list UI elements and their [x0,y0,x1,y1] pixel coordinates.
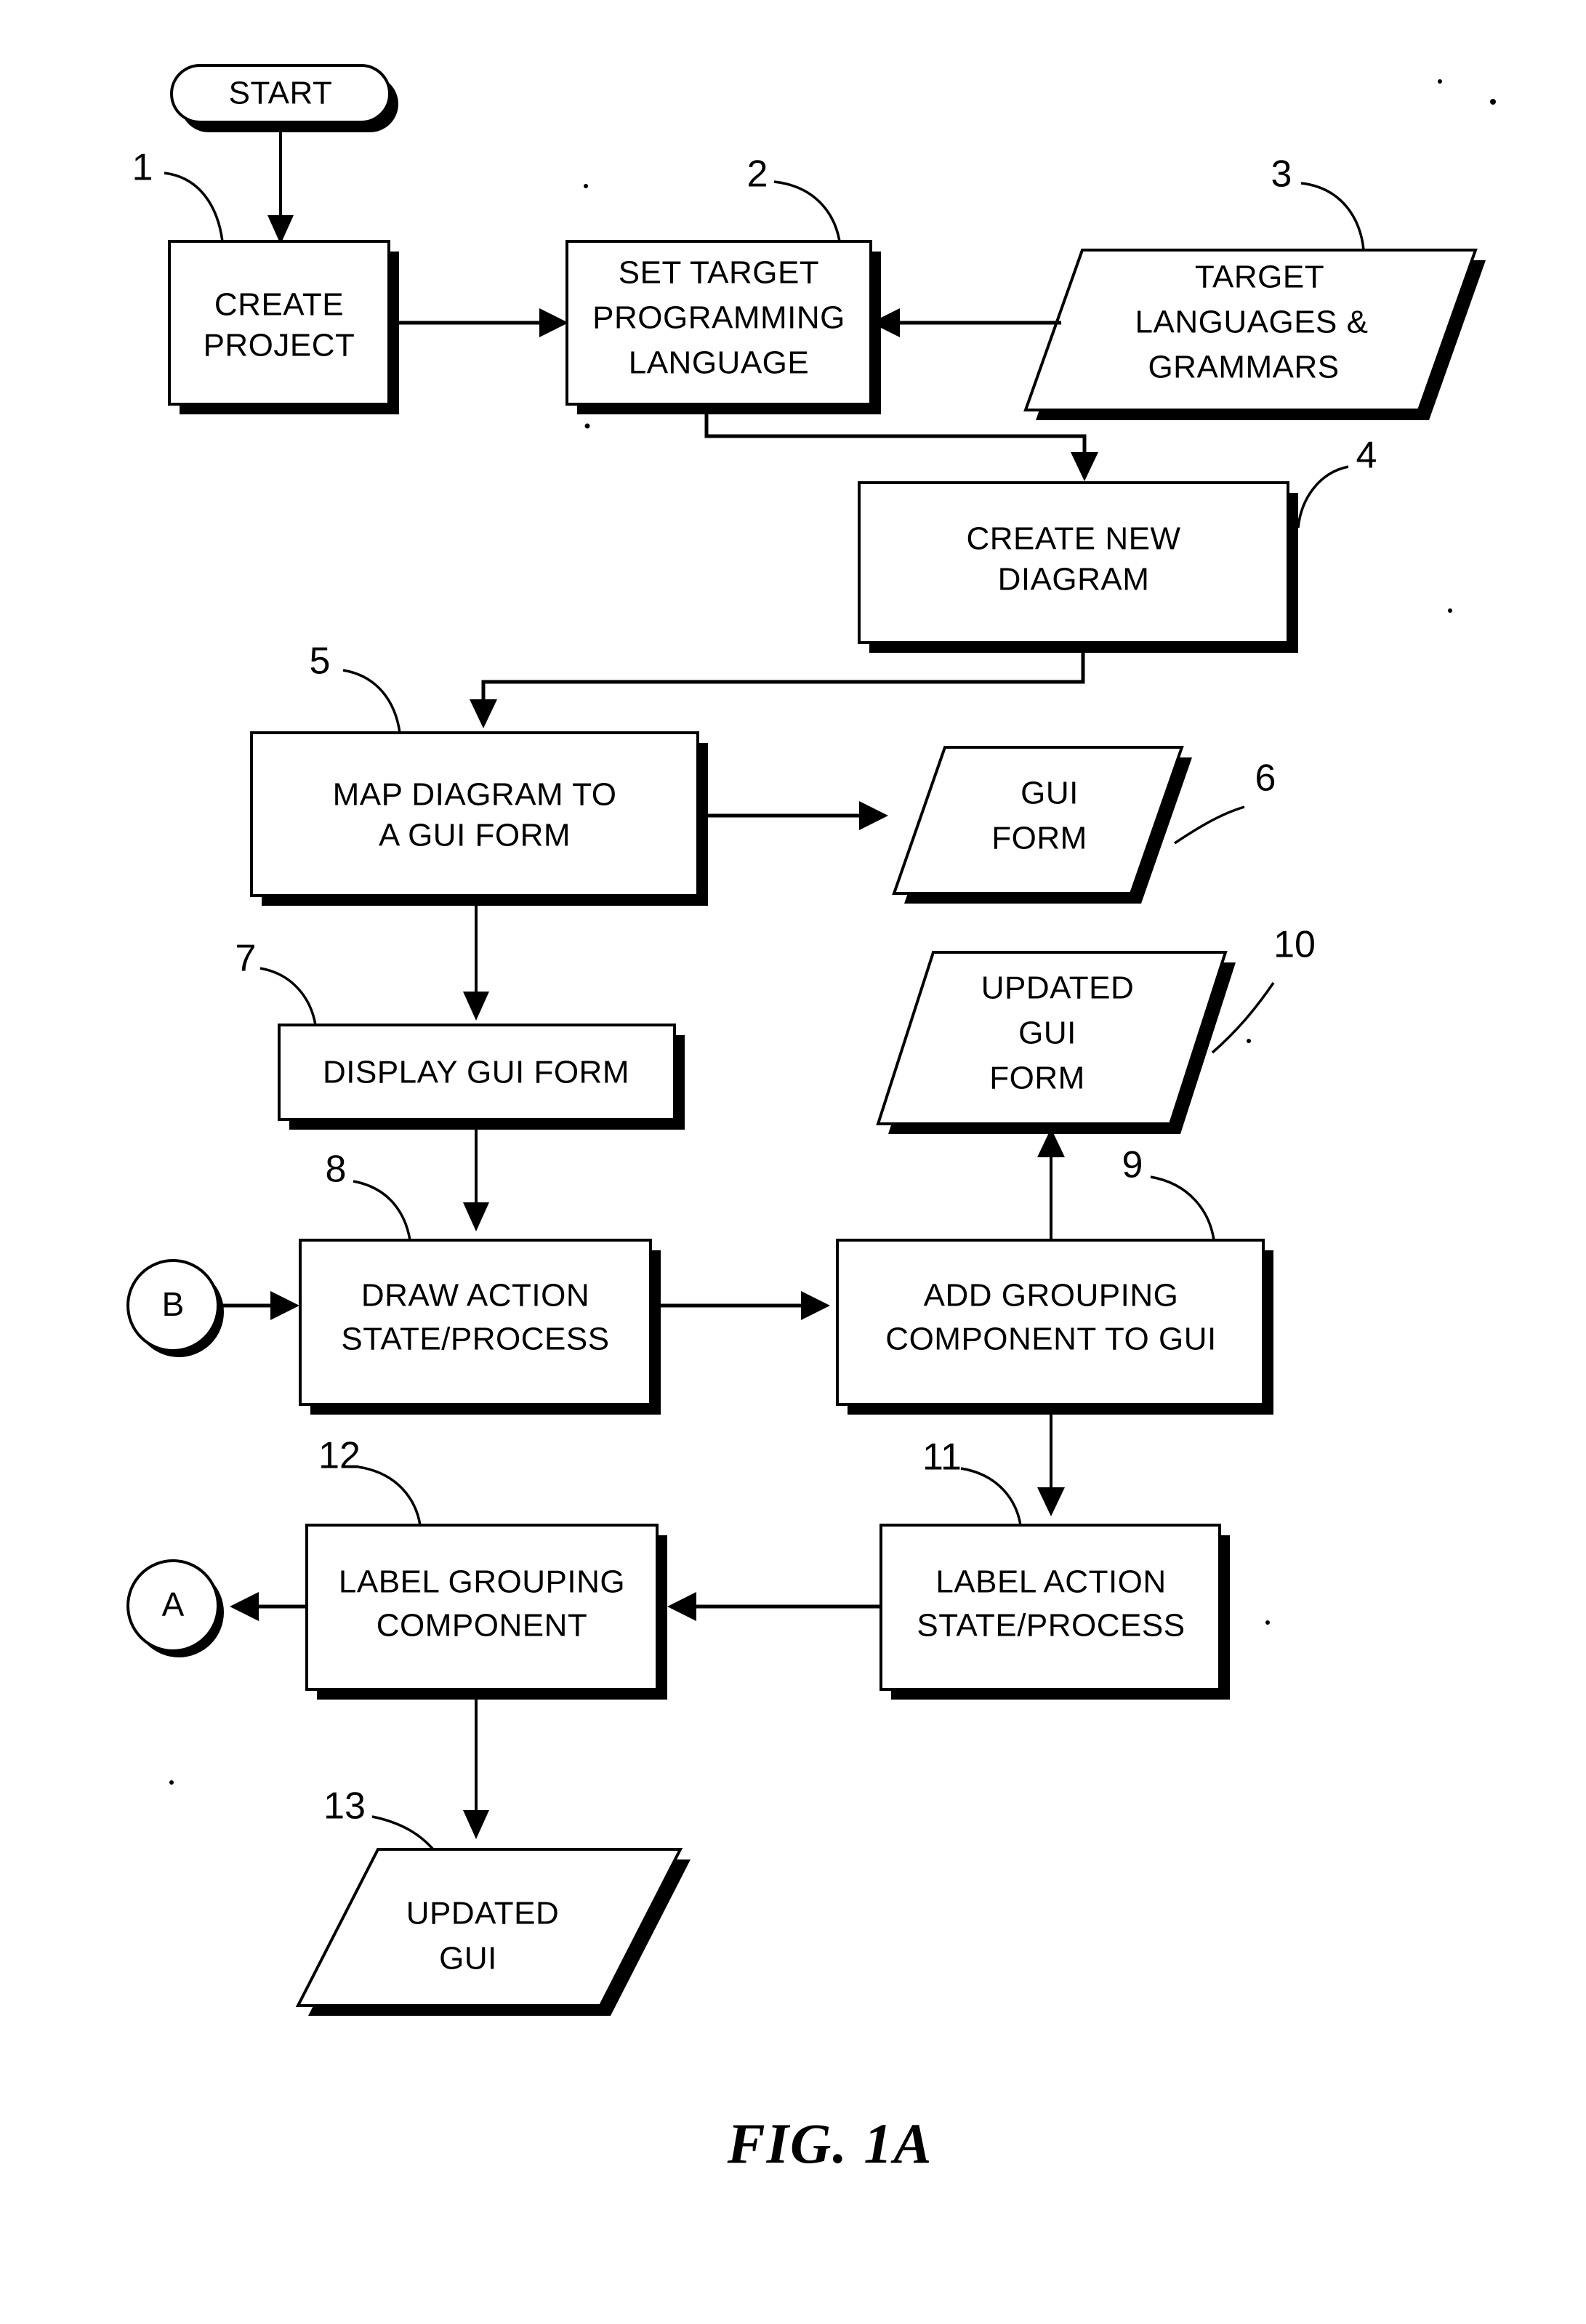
node-updated-gui-label-line2: GUI [439,1941,497,1977]
node-label-grouping-component: LABEL GROUPING COMPONENT [305,1524,667,1700]
scan-speck [169,1780,174,1785]
scan-speck [1265,1620,1270,1625]
node-updated-gui-form-label-line2: GUI [1018,1016,1076,1051]
node-add-grouping-component: ADD GROUPING COMPONENT TO GUI [836,1239,1273,1415]
figure-caption: FIG. 1A [727,2112,933,2175]
ref-number-2: 2 [747,153,768,196]
node-label-grouping-label-line2: COMPONENT [377,1608,588,1644]
node-set-target-language-label-line3: LANGUAGE [629,345,810,381]
node-map-diagram-body [250,731,699,897]
ref-number-11: 11 [922,1436,962,1479]
start-terminator: START [170,64,398,132]
node-target-languages-grammars: TARGET LANGUAGES & GRAMMARS [1023,249,1486,420]
ref-number-13: 13 [323,1785,366,1828]
scan-speck [584,423,590,429]
node-updated-gui-form-label-line1: UPDATED [981,970,1134,1006]
start-terminator-label: START [229,76,333,111]
node-target-languages-grammars-label-line3: GRAMMARS [1148,350,1339,385]
node-add-grouping-label-line1: ADD GROUPING [924,1278,1179,1314]
ref-number-1: 1 [132,147,153,189]
node-updated-gui-label-line1: UPDATED [406,1896,559,1931]
node-display-gui-form-label-line1: DISPLAY GUI FORM [323,1055,629,1090]
node-create-new-diagram-label-line1: CREATE NEW [966,521,1180,557]
flowchart-canvas: START CREATE PROJECT 1 SET TARGET PROGRA… [0,0,1586,2324]
ref-number-10: 10 [1273,924,1316,966]
node-map-diagram-label-line2: A GUI FORM [379,818,571,853]
scan-speck [1438,79,1442,84]
node-label-action-state-process: LABEL ACTION STATE/PROCESS [879,1524,1230,1700]
node-gui-form: GUI FORM [892,746,1192,904]
node-label-action-label-line2: STATE/PROCESS [917,1608,1185,1644]
ref-number-4: 4 [1356,435,1377,477]
scan-speck [584,184,588,188]
ref-number-7: 7 [236,938,257,980]
node-add-grouping-label-line2: COMPONENT TO GUI [885,1322,1216,1357]
node-set-target-language-label-line1: SET TARGET [619,255,819,291]
ref-number-6: 6 [1255,757,1276,800]
ref-number-5: 5 [310,640,331,683]
node-gui-form-label-line2: FORM [991,821,1087,856]
scan-speck [1247,1039,1251,1043]
node-create-project-label-line1: CREATE [214,287,344,323]
node-create-project-body [168,240,390,406]
node-target-languages-grammars-label-line1: TARGET [1195,260,1324,295]
ref-number-9: 9 [1122,1144,1143,1186]
node-label-grouping-label-line1: LABEL GROUPING [339,1564,625,1600]
connector-circle-a-label: A [162,1585,185,1623]
node-create-new-diagram: CREATE NEW DIAGRAM [858,481,1298,653]
node-draw-action-label-line1: DRAW ACTION [361,1278,589,1314]
node-updated-gui-form-label-line3: FORM [989,1061,1085,1096]
node-target-languages-grammars-label-line2: LANGUAGES & [1135,305,1369,340]
node-draw-action-state-process: DRAW ACTION STATE/PROCESS [299,1239,661,1415]
node-create-project-label-line2: PROJECT [204,328,355,363]
node-map-diagram-to-gui-form: MAP DIAGRAM TO A GUI FORM [250,731,708,906]
scan-speck [1490,99,1496,105]
node-updated-gui-form: UPDATED GUI FORM [876,951,1236,1134]
node-label-action-label-line1: LABEL ACTION [935,1564,1166,1600]
node-display-gui-form: DISPLAY GUI FORM [278,1024,685,1130]
scan-speck [1448,608,1452,613]
node-create-new-diagram-label-line2: DIAGRAM [998,562,1150,598]
node-set-target-language: SET TARGET PROGRAMMING LANGUAGE [565,240,881,414]
ref-number-12: 12 [318,1435,361,1477]
node-set-target-language-label-line2: PROGRAMMING [592,300,845,336]
patent-figure: START CREATE PROJECT 1 SET TARGET PROGRA… [0,0,1586,2324]
node-draw-action-label-line2: STATE/PROCESS [341,1322,609,1357]
connector-circle-b-label: B [162,1285,185,1323]
node-map-diagram-label-line1: MAP DIAGRAM TO [333,777,617,813]
node-create-project: CREATE PROJECT [168,240,399,414]
ref-number-8: 8 [326,1149,347,1191]
node-gui-form-label-line1: GUI [1021,776,1079,811]
ref-number-3: 3 [1271,153,1292,196]
